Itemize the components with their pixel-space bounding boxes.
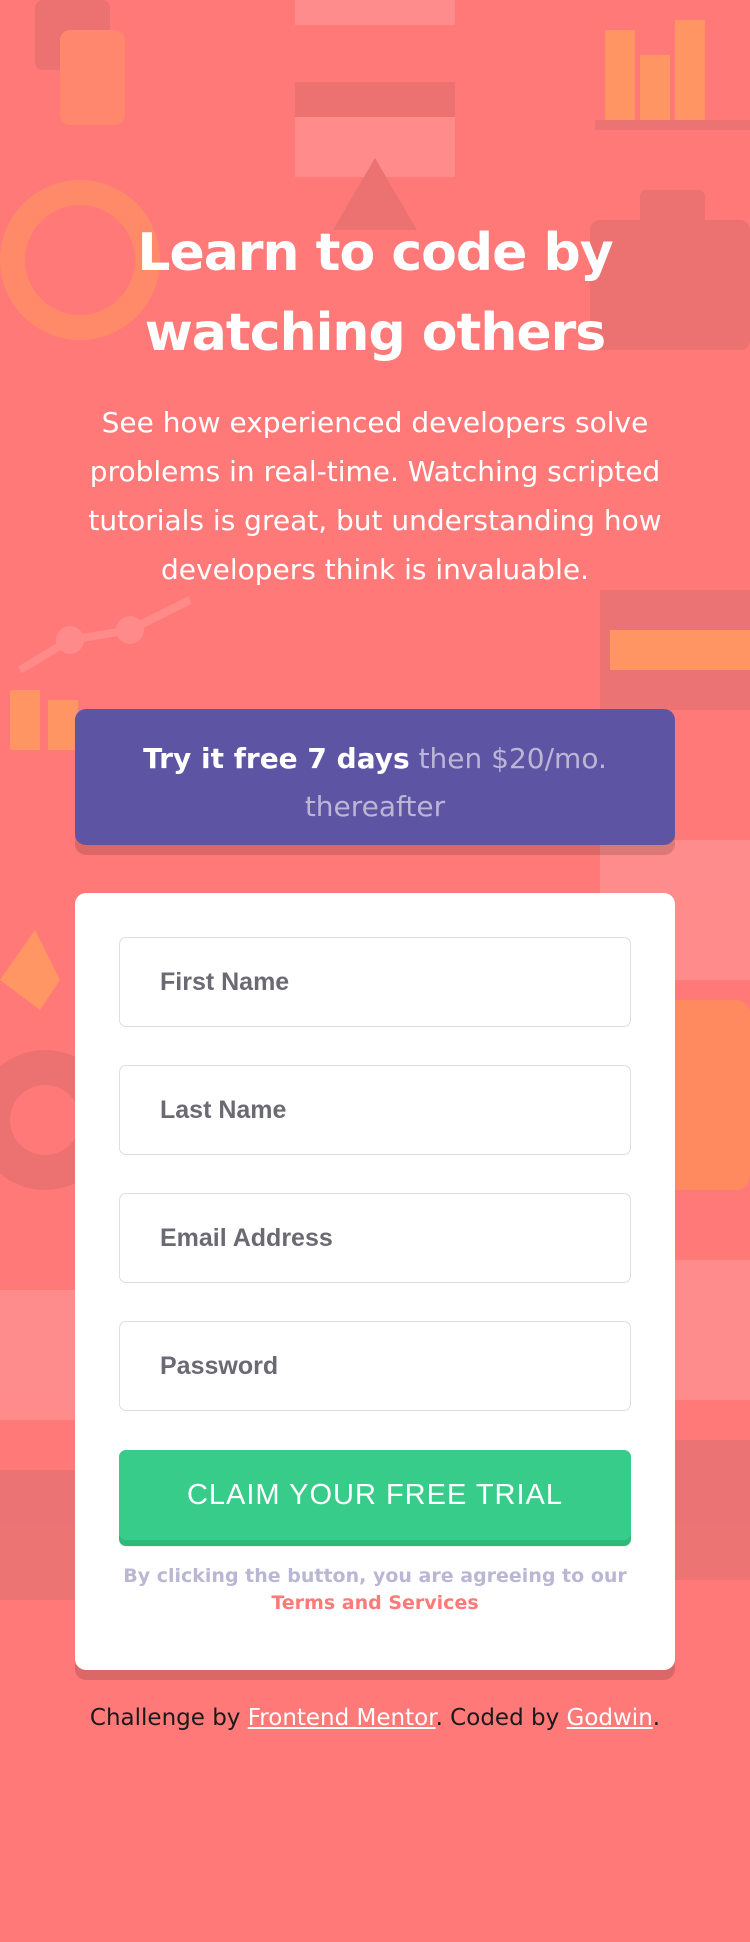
bg-shape-node-2 [116,616,144,644]
page-title: Learn to code by watching others [137,223,613,363]
attribution: Challenge by Frontend Mentor. Coded by G… [0,1701,750,1735]
attribution-prefix: Challenge by [89,1705,241,1731]
last-name-input[interactable] [119,1065,631,1155]
bg-shape-device [60,30,125,125]
signup-form: CLAIM YOUR FREE TRIAL By clicking the bu… [75,893,675,1670]
bg-shape-bar-base [595,120,750,130]
offer-highlight: Try it free 7 days [143,742,410,775]
attribution-suffix: . [652,1705,661,1731]
frontend-mentor-link[interactable]: Frontend Mentor [248,1705,436,1731]
bg-shape-bar-left-2 [48,700,78,750]
first-name-input[interactable] [119,937,631,1027]
email-input[interactable] [119,1193,631,1283]
bg-shape-left-doc [0,1290,75,1420]
claim-trial-button[interactable]: CLAIM YOUR FREE TRIAL [119,1450,631,1540]
offer-banner: Try it free 7 days then $20/mo. thereaft… [75,709,675,845]
bg-shape-left-doc-2 [0,1470,75,1600]
terms-link[interactable]: Terms and Services [271,1592,478,1614]
page-description: See how experienced developers solve pro… [88,406,662,586]
password-input[interactable] [119,1321,631,1411]
bg-shape-bar-left-1 [10,690,40,750]
terms-prefix: By clicking the button, you are agreeing… [123,1565,627,1587]
bg-shape-left-gear-inner [10,1085,80,1155]
bg-shape-network [17,596,192,674]
terms-notice: By clicking the button, you are agreeing… [115,1563,635,1617]
author-link[interactable]: Godwin [567,1705,653,1731]
bg-shape-node-1 [56,626,84,654]
attribution-middle: . Coded by [435,1705,560,1731]
bg-shape-bar-2 [640,55,670,120]
bg-shape-left-leaf [0,930,60,1010]
bg-shape-bar-3 [675,20,705,120]
bg-shape-window-top [295,0,455,25]
bg-shape-window-bar [295,82,455,117]
bg-shape-right-accent [610,630,750,670]
bg-shape-bar-1 [605,30,635,120]
